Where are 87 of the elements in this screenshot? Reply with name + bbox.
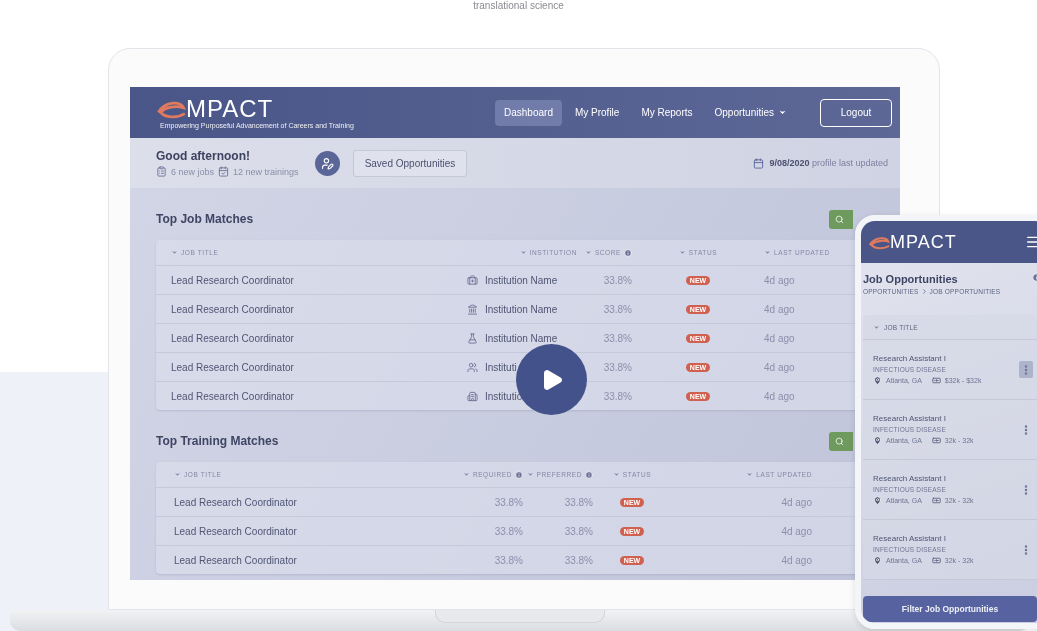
job-title-cell-text: Lead Research Coordinator	[174, 525, 298, 537]
job-title-cell-text: Lead Research Coordinator	[171, 361, 295, 373]
required-cell-text: 33.8%	[493, 496, 523, 508]
sort-caret-icon	[171, 249, 178, 256]
trainings-icon	[218, 166, 230, 177]
menu-icon[interactable]	[1025, 234, 1037, 250]
score-cell-text: 33.8%	[602, 303, 632, 315]
score-cell-text: 33.8%	[602, 332, 632, 344]
money-icon	[931, 436, 941, 445]
job-title-cell-text: Lead Research Coordinator	[174, 496, 298, 508]
institution-cell: Institution Name	[485, 274, 558, 286]
nav-tab[interactable]: Opportunities	[705, 99, 796, 126]
job-title: Research Assistant I	[873, 414, 947, 423]
last-updated-cell-text: 4d ago	[764, 361, 796, 373]
sort-caret-icon	[873, 323, 880, 331]
new-trainings-count: 12 new trainings	[233, 166, 299, 177]
search-button[interactable]	[829, 431, 853, 451]
user-pen-icon	[320, 156, 334, 170]
required-cell-text: 33.8%	[493, 554, 523, 566]
sort-caret-icon	[519, 249, 527, 256]
score-cell-text: 33.8%	[602, 274, 632, 286]
bank-icon	[467, 303, 478, 315]
section-title: Top Training Matches	[156, 434, 279, 448]
sort-caret-icon	[174, 471, 181, 478]
sort-caret-icon	[584, 249, 592, 256]
location-pin-icon	[873, 376, 882, 385]
people-icon	[467, 361, 478, 373]
score-cell-text: 33.8%	[602, 390, 632, 402]
sort-caret-icon	[764, 249, 771, 256]
medical-icon	[467, 274, 478, 286]
page-title: Job Opportunities	[863, 273, 958, 285]
institution-cell: Institution Name	[485, 332, 558, 344]
last-updated-cell-text: 4d ago	[764, 390, 796, 402]
job-title: Research Assistant I	[873, 474, 947, 483]
sort-caret-icon	[526, 471, 534, 478]
job-title-cell-text: Lead Research Coordinator	[171, 390, 295, 402]
location-pin-icon	[873, 436, 882, 445]
new-jobs-count: 6 new jobs	[171, 166, 215, 177]
section-title: Top Job Matches	[156, 212, 254, 226]
logout-button[interactable]: Logout	[820, 98, 892, 127]
job-title: Research Assistant I	[873, 534, 947, 543]
location-pin-icon	[873, 496, 882, 505]
institution-cell: Instituti	[485, 361, 517, 373]
required-cell-text: 33.8%	[493, 525, 523, 537]
institution-cell: Institution Name	[485, 303, 558, 315]
flask-icon	[467, 332, 478, 344]
filter-button[interactable]: Filter Job Opportunities	[863, 596, 1037, 622]
sort-caret-icon	[462, 471, 470, 478]
job-title-cell-text: Lead Research Coordinator	[174, 554, 298, 566]
more-options-button[interactable]	[1019, 361, 1033, 378]
nav-tab[interactable]: Dashboard	[495, 99, 562, 126]
location-pin-icon	[873, 556, 882, 565]
greeting-title: Good afternoon!	[156, 149, 251, 163]
search-button[interactable]	[829, 209, 853, 229]
breadcrumb-separator-icon	[920, 288, 928, 295]
sort-caret-icon	[678, 249, 686, 256]
profile-updated-text: 9/08/2020 profile last updated	[769, 158, 888, 168]
search-icon	[835, 214, 844, 224]
job-title-cell-text: Lead Research Coordinator	[171, 303, 295, 315]
sort-caret-icon	[612, 471, 620, 478]
saved-opportunities-button[interactable]: Saved Opportunities	[352, 149, 468, 177]
search-icon	[835, 436, 844, 446]
money-icon	[931, 556, 941, 565]
preferred-cell-text: 33.8%	[563, 554, 593, 566]
job-title-cell-text: Lead Research Coordinator	[171, 332, 295, 344]
nav-tab[interactable]: My Reports	[632, 99, 702, 126]
sort-caret-icon	[746, 471, 754, 478]
score-cell-text: 33.8%	[602, 361, 632, 373]
last-updated-cell-text: 4d ago	[764, 332, 796, 344]
last-updated-cell-text: 4d ago	[764, 303, 796, 315]
money-icon	[931, 496, 941, 505]
logo-wordmark: MPACT	[186, 97, 274, 121]
nav-tab[interactable]: My Profile	[565, 99, 629, 126]
last-updated-cell-text: 4d ago	[780, 525, 812, 537]
preferred-cell-text: 33.8%	[563, 496, 593, 508]
building-icon	[467, 390, 478, 402]
last-updated-cell-text: 4d ago	[780, 554, 812, 566]
profile-edit-avatar[interactable]	[314, 150, 340, 176]
job-title-cell-text: Lead Research Coordinator	[171, 274, 295, 286]
preferred-cell-text: 33.8%	[563, 525, 593, 537]
job-title: Research Assistant I	[873, 354, 947, 363]
jobs-icon	[156, 166, 167, 177]
calendar-icon	[753, 157, 765, 169]
money-icon	[931, 376, 941, 385]
last-updated-cell-text: 4d ago	[780, 496, 812, 508]
page-heading: translational science	[472, 0, 565, 11]
logo-wordmark: MPACT	[890, 233, 957, 251]
